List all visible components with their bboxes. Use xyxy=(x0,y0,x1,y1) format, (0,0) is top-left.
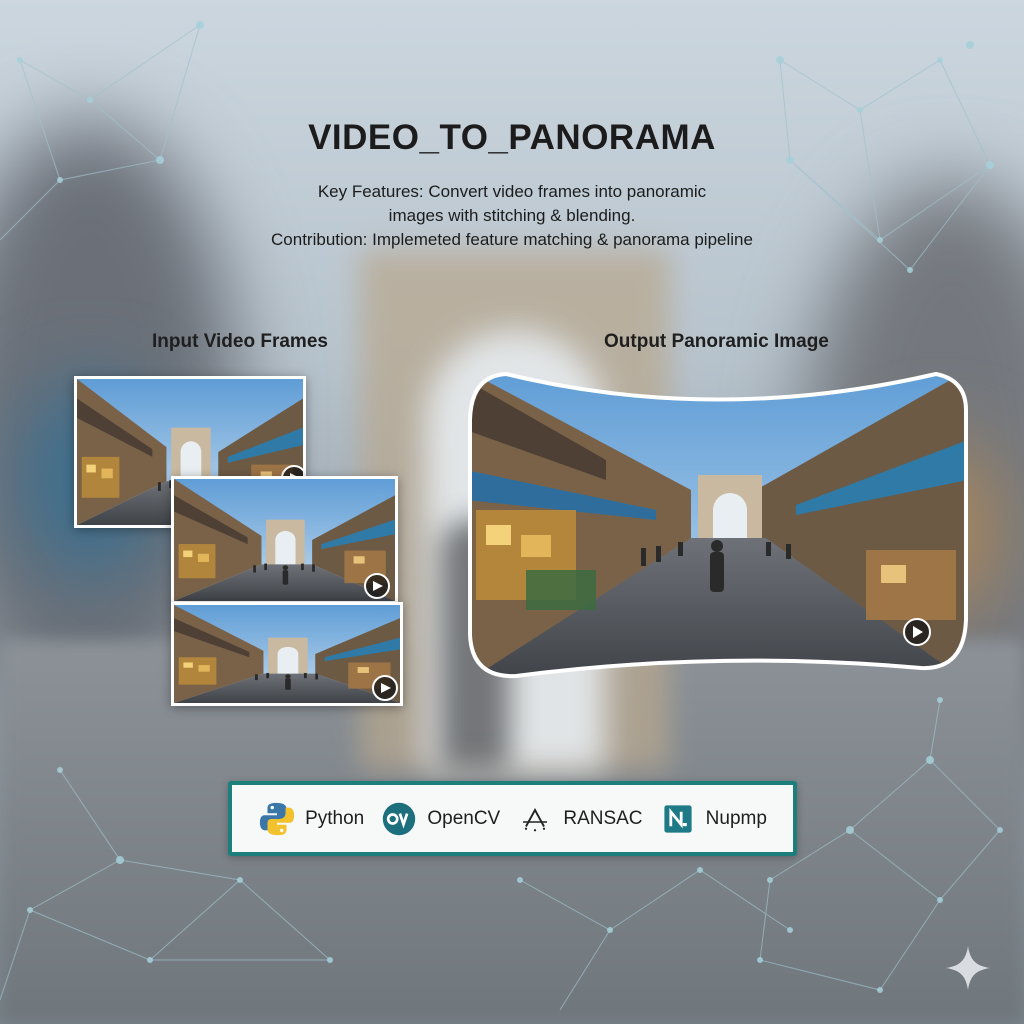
input-video-frame-3[interactable] xyxy=(171,602,403,706)
tech-opencv: OpenCV xyxy=(380,800,500,838)
tech-name: RANSAC xyxy=(563,807,643,829)
opencv-icon xyxy=(380,800,418,838)
play-icon xyxy=(381,683,391,693)
tech-name: Python xyxy=(305,807,365,829)
key-features-text-cont: images with stitching & blending. xyxy=(388,206,636,225)
ransac-icon xyxy=(516,800,554,838)
tech-name: OpenCV xyxy=(427,807,501,829)
output-panorama-image[interactable] xyxy=(466,370,968,682)
numpy-icon xyxy=(659,800,697,838)
play-button[interactable] xyxy=(364,573,390,599)
sparkle-icon xyxy=(946,946,990,990)
street-market-image xyxy=(174,605,400,703)
play-icon xyxy=(373,581,383,591)
play-button[interactable] xyxy=(372,675,398,701)
tech-python: Python xyxy=(258,800,364,838)
tech-numpy: Nupmp xyxy=(659,800,767,838)
input-frames-label: Input Video Frames xyxy=(152,331,328,352)
tech-name: Nupmp xyxy=(705,807,767,829)
page-title: VIDEO_TO_PANORAMA xyxy=(308,118,716,157)
project-description: Key Features: Convert video frames into … xyxy=(200,180,824,252)
tech-ransac: RANSAC xyxy=(516,800,643,838)
play-button[interactable] xyxy=(903,618,931,646)
street-market-image xyxy=(174,479,395,601)
contribution-text: Contribution: Implemeted feature matchin… xyxy=(271,230,753,249)
key-features-text: Key Features: Convert video frames into … xyxy=(317,182,707,201)
python-icon xyxy=(258,800,296,838)
tech-stack-bar: Python OpenCV RANSAC Nupmp xyxy=(228,781,797,856)
output-panorama-label: Output Panoramic Image xyxy=(604,331,829,352)
input-video-frame-2[interactable] xyxy=(171,476,398,604)
